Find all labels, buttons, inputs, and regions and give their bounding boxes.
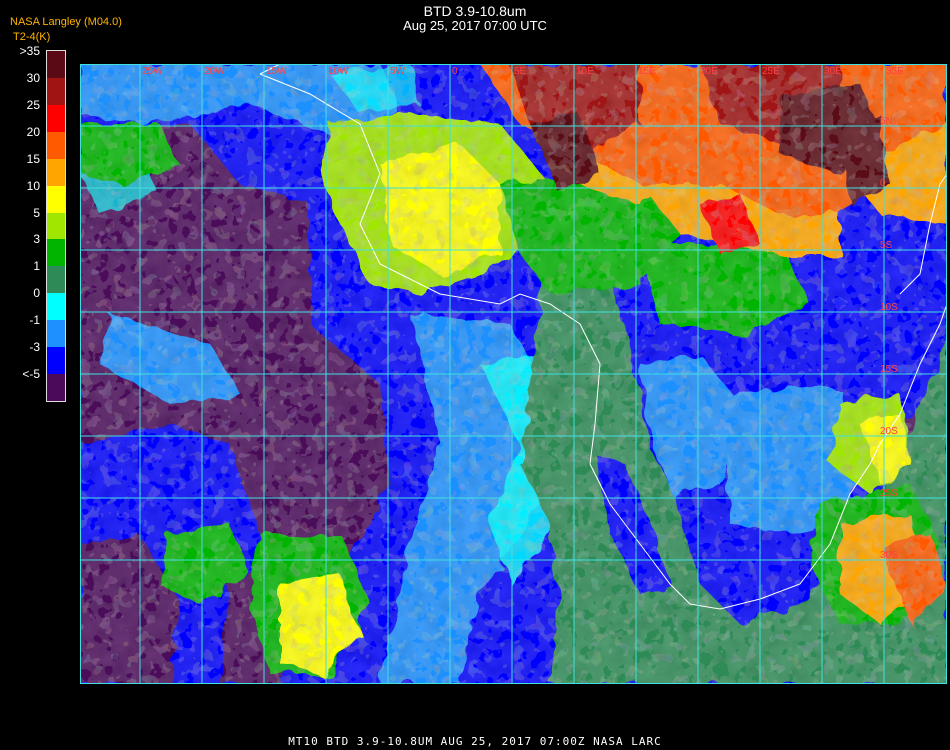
legend-label: 3 [33,232,40,247]
legend-label: 0 [33,286,40,301]
legend-swatch [47,266,65,294]
legend-units: T2-4(K) [13,31,51,43]
longitude-label: 35E [886,66,904,77]
image-title: BTD 3.9-10.8um [423,3,527,19]
longitude-label: 10E [576,66,594,77]
legend-label: 5 [33,205,40,220]
legend-swatch [47,131,65,159]
legend-swatch [47,239,65,267]
satellite-map: 25W 20W 15W 10W 5W 0 5E 10E 15E 20E 25E 30E 35E 5N 0 5S… [80,64,947,684]
legend-label: 30 [26,70,40,85]
latitude-label: 25S [880,488,898,499]
longitude-label: 30E [824,66,842,77]
longitude-label: 25E [762,66,780,77]
longitude-label: 10W [328,66,349,77]
longitude-label: 15E [638,66,656,77]
longitude-label: 25W [142,66,163,77]
legend-swatch [47,293,65,321]
legend-label: 25 [26,97,40,112]
legend-label: 20 [26,124,40,139]
legend-label: 10 [26,178,40,193]
legend-swatch [47,212,65,240]
legend-label: >35 [19,44,40,58]
latitude-label: 15S [880,364,898,375]
footer-caption: MT10 BTD 3.9-10.8UM AUG 25, 2017 07:00Z … [288,735,662,748]
latitude-label: 10S [880,302,898,313]
latitude-label: 30S [880,550,898,561]
legend-swatch [47,158,65,186]
longitude-label: 5E [514,66,527,77]
credit-label: NASA Langley (M04.0) [10,16,122,28]
legend-swatch [47,104,65,132]
latitude-label: 5N [880,116,893,127]
longitude-label: 20W [204,66,225,77]
longitude-label: 15W [266,66,287,77]
color-legend [46,50,66,402]
longitude-label: 0 [452,66,458,77]
legend-label: 1 [33,259,40,274]
image-datetime: Aug 25, 2017 07:00 UTC [403,18,547,33]
longitude-label: 20E [700,66,718,77]
latitude-label: 5S [880,240,893,251]
longitude-label: 5W [390,66,406,77]
latitude-label: 20S [880,426,898,437]
legend-label: -1 [29,313,40,328]
legend-label: -3 [29,340,40,355]
legend-swatch [47,77,65,105]
latitude-label: 0 [880,178,886,189]
legend-swatch [47,320,65,348]
legend-swatch [47,347,65,375]
map-canvas: 25W 20W 15W 10W 5W 0 5E 10E 15E 20E 25E 30E 35E 5N 0 5S… [80,64,947,684]
legend-swatch [47,51,65,78]
legend-label: <-5 [22,367,40,382]
legend-label: 15 [26,151,40,166]
legend-swatch [47,185,65,213]
legend-swatch [47,374,65,401]
